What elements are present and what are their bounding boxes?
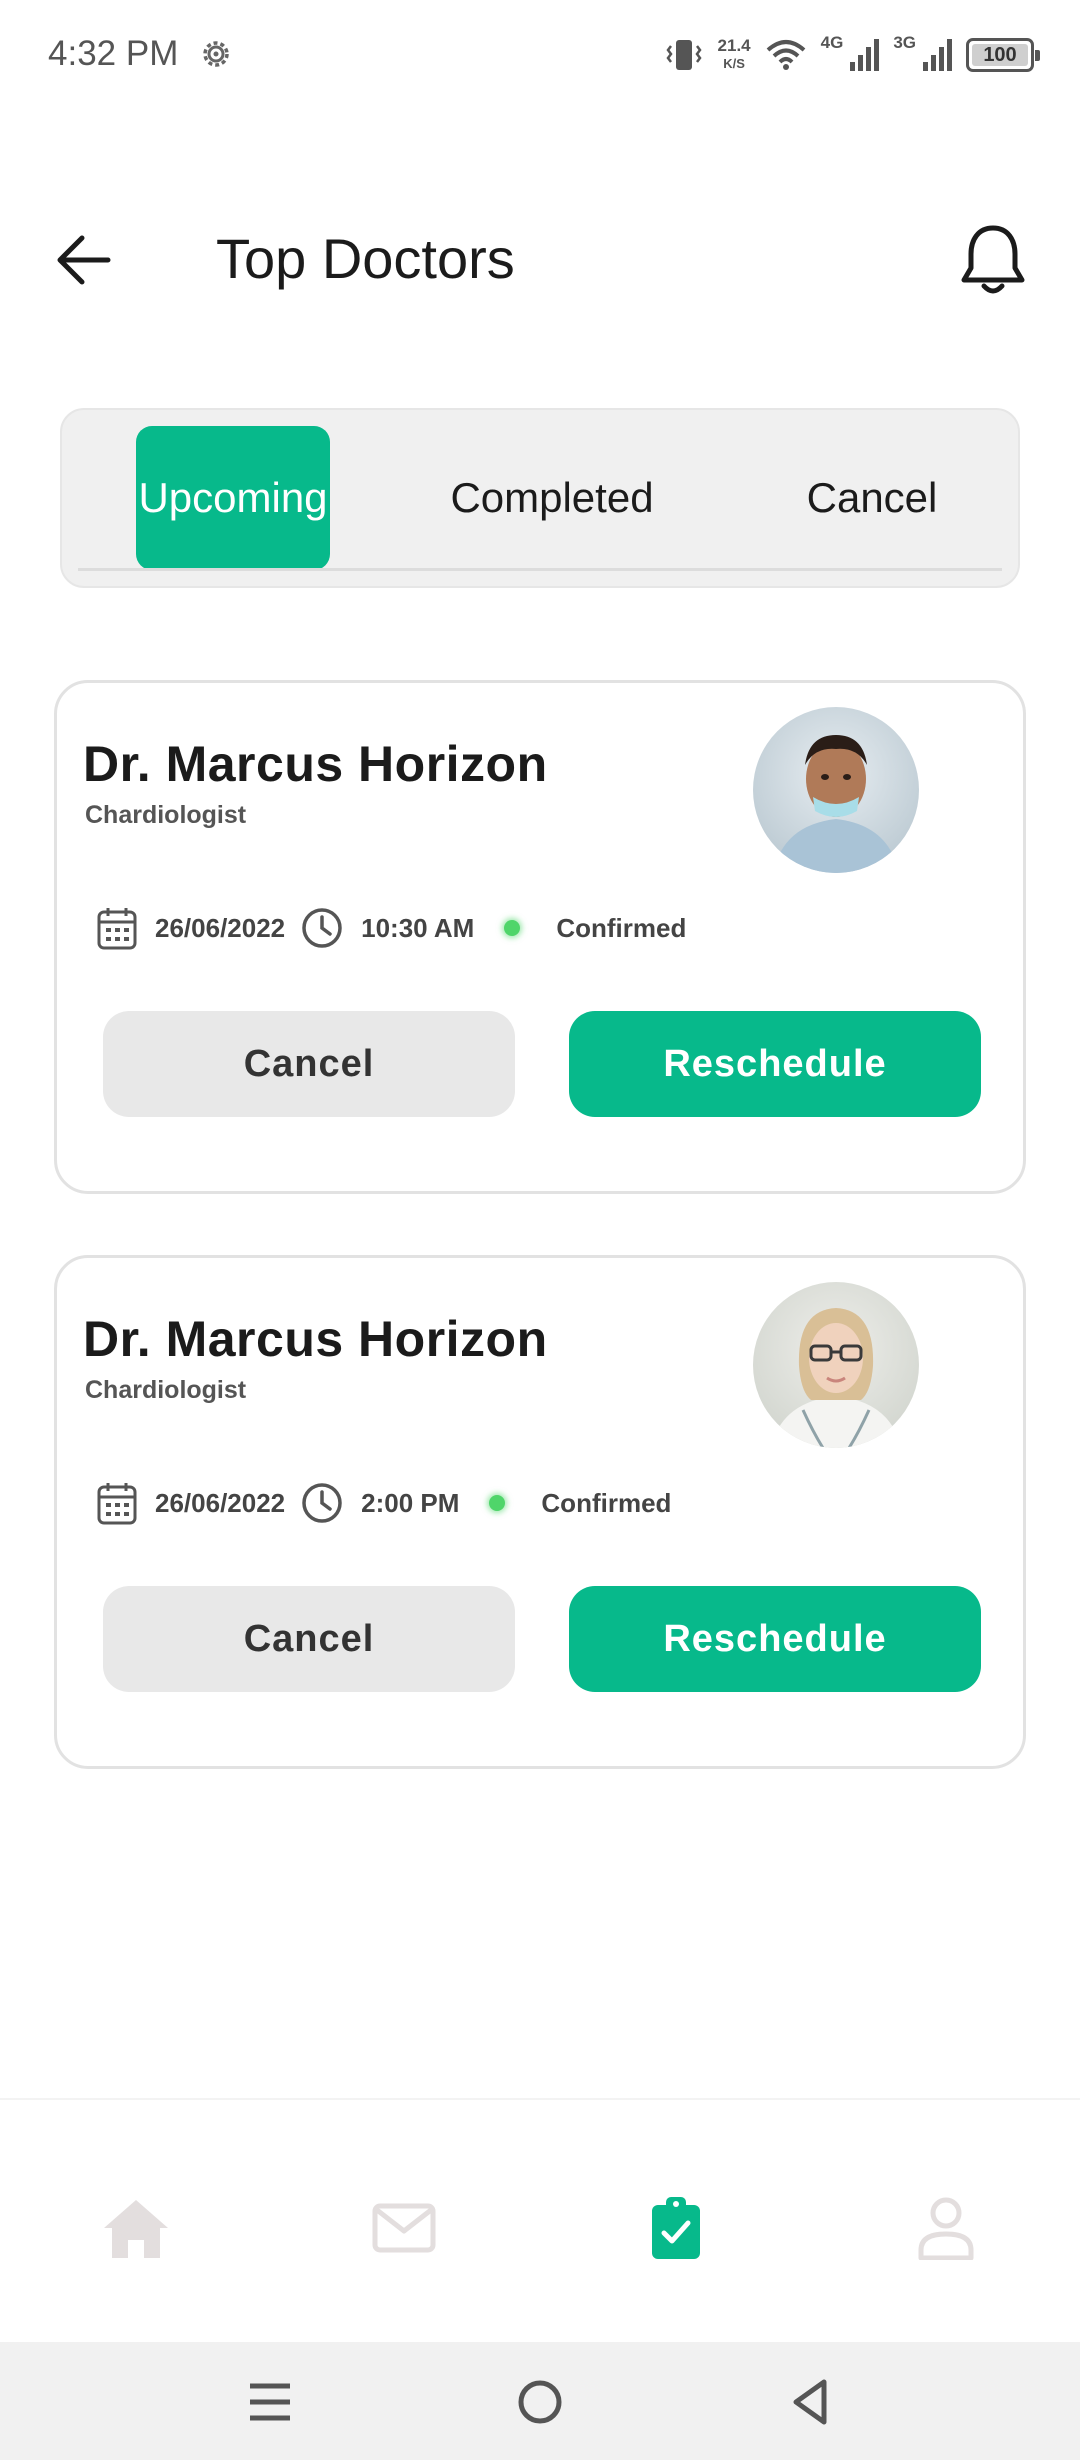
clipboard-check-icon <box>652 2197 700 2259</box>
home-icon <box>104 2200 168 2258</box>
doctor-name: Dr. Marcus Horizon <box>83 1311 548 1367</box>
appointment-meta: 26/06/2022 10:30 AM Confirmed <box>97 903 686 953</box>
status-dot <box>489 1495 506 1511</box>
appointment-time: 10:30 AM <box>361 912 475 943</box>
appointment-status: Confirmed <box>541 1487 672 1518</box>
appointment-card: Dr. Marcus Horizon Chardiologist 26/06/2… <box>54 1255 1026 1769</box>
nav-appointments[interactable] <box>636 2188 716 2268</box>
system-navigation-bar <box>0 2342 1080 2460</box>
status-bar: 4:32 PM 21.4 K/S 4G 3G 100 <box>0 0 1080 110</box>
battery-icon: 100 <box>966 38 1040 72</box>
page-title: Top Doctors <box>216 227 515 290</box>
network-type-1: 4G <box>820 33 844 52</box>
calendar-icon <box>97 1483 137 1525</box>
appointment-time: 2:00 PM <box>361 1487 460 1518</box>
tab-upcoming[interactable]: Upcoming <box>136 426 330 570</box>
bell-icon[interactable] <box>958 222 1028 298</box>
home-circle-icon[interactable] <box>510 2372 570 2432</box>
menu-icon[interactable] <box>240 2372 300 2432</box>
mail-icon <box>372 2203 436 2253</box>
appointment-card: Dr. Marcus Horizon Chardiologist 26/06/2… <box>54 680 1026 1194</box>
arrow-left-icon[interactable] <box>52 230 114 290</box>
doctor-avatar <box>753 1282 919 1448</box>
nav-messages[interactable] <box>364 2188 444 2268</box>
user-icon <box>918 2197 974 2260</box>
network-speed: 21.4 K/S <box>718 37 751 73</box>
bottom-navigation <box>0 2098 1080 2342</box>
reschedule-button[interactable]: Reschedule <box>569 1586 981 1692</box>
network-type-2: 3G <box>893 33 916 52</box>
tabs-divider <box>78 568 1002 571</box>
appointment-tabs: Upcoming Completed Cancel <box>60 408 1020 588</box>
speed-value: 21.4 <box>717 36 751 55</box>
appointment-date: 26/06/2022 <box>155 912 286 943</box>
tab-cancel[interactable]: Cancel <box>762 426 982 570</box>
back-triangle-icon[interactable] <box>780 2372 840 2432</box>
cancel-button[interactable]: Cancel <box>103 1011 515 1117</box>
status-time: 4:32 PM <box>48 34 179 73</box>
vibrate-icon <box>665 40 702 70</box>
calendar-icon <box>97 908 137 950</box>
appointment-status: Confirmed <box>556 912 687 943</box>
settings-gear-icon <box>203 41 229 67</box>
nav-home[interactable] <box>96 2188 176 2268</box>
wifi-icon <box>766 40 805 70</box>
doctor-specialty: Chardiologist <box>85 801 247 829</box>
doctor-avatar <box>753 707 919 873</box>
tab-completed[interactable]: Completed <box>402 426 702 570</box>
nav-profile[interactable] <box>906 2188 986 2268</box>
battery-level: 100 <box>972 44 1028 66</box>
doctor-specialty: Chardiologist <box>85 1376 247 1404</box>
appointment-date: 26/06/2022 <box>155 1487 286 1518</box>
clock-icon <box>302 1483 342 1523</box>
app-header: Top Doctors <box>0 200 1080 320</box>
clock-icon <box>302 908 342 948</box>
speed-unit: K/S <box>723 56 745 71</box>
signal-icon <box>923 39 952 71</box>
signal-icon <box>850 39 880 71</box>
status-indicators: 21.4 K/S 4G 3G 100 <box>664 30 1040 80</box>
reschedule-button[interactable]: Reschedule <box>569 1011 981 1117</box>
appointment-meta: 26/06/2022 2:00 PM Confirmed <box>97 1478 671 1528</box>
doctor-name: Dr. Marcus Horizon <box>83 736 548 792</box>
cancel-button[interactable]: Cancel <box>103 1586 515 1692</box>
status-dot <box>504 920 521 936</box>
